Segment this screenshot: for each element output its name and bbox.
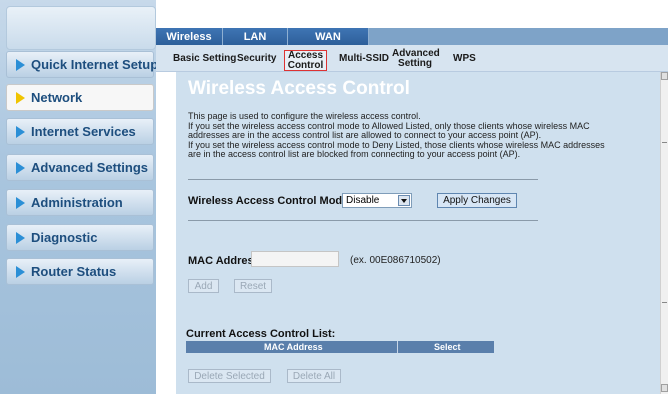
sidebar-item-label: Advanced Settings — [31, 160, 149, 175]
column-header-mac-address: MAC Address — [264, 342, 323, 352]
sub-tab-bar: Basic Setting Security Access Control Mu… — [156, 45, 668, 72]
subtab-access-control[interactable]: Access Control — [284, 50, 327, 71]
scroll-down-arrow-icon[interactable] — [661, 384, 668, 392]
sidebar-item-internet-services[interactable]: Internet Services — [6, 118, 154, 145]
sidebar-item-label: Administration — [31, 195, 123, 210]
sidebar-item-administration[interactable]: Administration — [6, 189, 154, 216]
arrow-icon — [16, 231, 25, 244]
arrow-icon — [16, 91, 25, 104]
delete-selected-button[interactable]: Delete Selected — [188, 369, 271, 383]
sidebar-item-quick-internet-setup[interactable]: Quick Internet Setup — [6, 51, 158, 78]
subtab-wps[interactable]: WPS — [453, 54, 476, 64]
apply-changes-button[interactable]: Apply Changes — [437, 193, 517, 208]
vertical-scrollbar[interactable] — [660, 72, 668, 394]
divider — [188, 220, 538, 221]
mac-address-input[interactable] — [251, 251, 339, 267]
page-description: This page is used to configure the wirel… — [188, 111, 643, 160]
subtab-basic-setting[interactable]: Basic Setting — [173, 54, 236, 64]
sidebar-item-router-status[interactable]: Router Status — [6, 258, 154, 285]
chevron-down-icon[interactable] — [398, 195, 410, 206]
list-title: Current Access Control List: — [186, 328, 336, 340]
delete-all-button[interactable]: Delete All — [287, 369, 341, 383]
tab-wireless[interactable]: Wireless — [156, 28, 223, 45]
arrow-icon — [16, 58, 25, 71]
tab-lan[interactable]: LAN — [223, 28, 288, 45]
column-header-select: Select — [434, 342, 461, 352]
subtab-line: Control — [287, 60, 324, 71]
arrow-icon — [16, 265, 25, 278]
arrow-icon — [16, 196, 25, 209]
sidebar-item-label: Diagnostic — [31, 230, 98, 245]
sidebar-item-label: Internet Services — [31, 124, 136, 139]
scroll-grip-icon — [662, 302, 667, 303]
subtab-security[interactable]: Security — [237, 54, 276, 64]
subtab-multi-ssid[interactable]: Multi-SSID — [339, 54, 389, 64]
sidebar-item-label: Quick Internet Setup — [31, 57, 159, 72]
mode-select-value: Disable — [346, 195, 380, 206]
scroll-grip-icon — [662, 142, 667, 143]
add-button[interactable]: Add — [188, 279, 219, 293]
sidebar: Quick Internet Setup Network Internet Se… — [0, 0, 158, 394]
sidebar-header-panel — [6, 6, 156, 50]
arrow-icon — [16, 125, 25, 138]
sidebar-item-advanced-settings[interactable]: Advanced Settings — [6, 154, 154, 181]
content-panel: Wireless Access Control This page is use… — [176, 72, 660, 394]
mac-address-hint: (ex. 00E086710502) — [350, 255, 441, 266]
subtab-advanced-setting[interactable]: Advanced Setting — [392, 49, 440, 69]
sidebar-item-diagnostic[interactable]: Diagnostic — [6, 224, 154, 251]
scroll-up-arrow-icon[interactable] — [661, 72, 668, 80]
tab-wan[interactable]: WAN — [288, 28, 369, 45]
subtab-line: Setting — [398, 58, 432, 69]
top-tab-bar: Wireless LAN WAN — [156, 28, 668, 45]
reset-button[interactable]: Reset — [234, 279, 272, 293]
sidebar-item-network[interactable]: Network — [6, 84, 154, 111]
page-title: Wireless Access Control — [188, 78, 410, 99]
sidebar-item-label: Router Status — [31, 264, 117, 279]
access-list-header: MAC Address Select — [186, 341, 494, 353]
arrow-icon — [16, 161, 25, 174]
sidebar-item-label: Network — [31, 90, 83, 105]
description-line: are in the access control list are block… — [188, 149, 521, 159]
column-divider — [397, 341, 398, 353]
mode-select[interactable]: Disable — [342, 193, 412, 208]
divider — [188, 179, 538, 180]
mode-label: Wireless Access Control Mode: — [188, 195, 352, 207]
